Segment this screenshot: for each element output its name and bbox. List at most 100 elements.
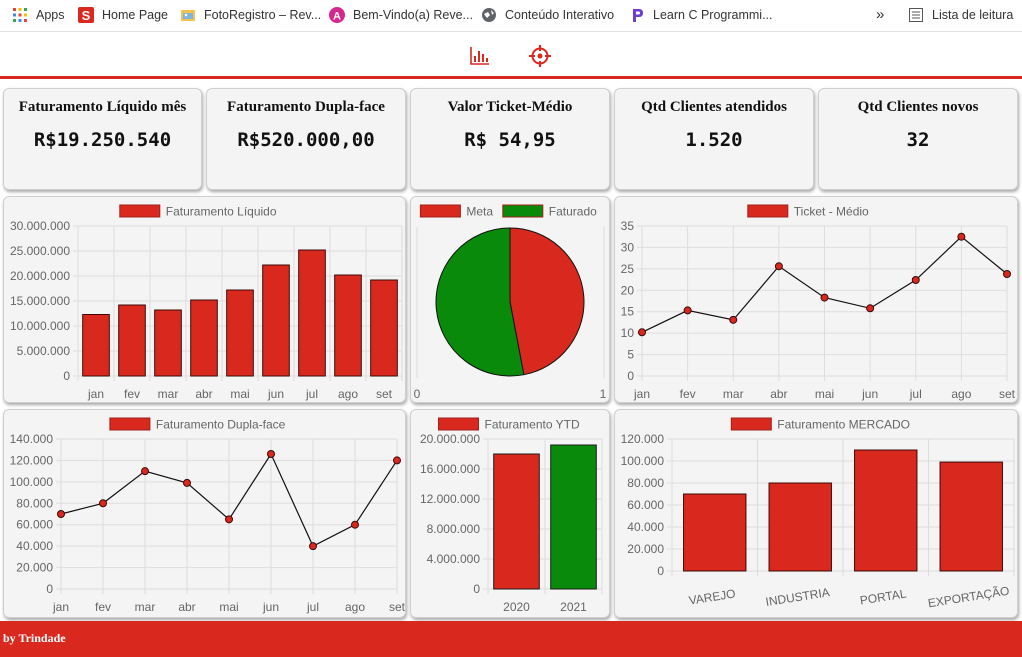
x-tick-label: mar [723,387,744,401]
y-tick-label: 0 [627,369,634,383]
chart-faturamento-ytd: Faturamento YTD 20.000.000 16.000.000 12.00… [410,409,610,618]
kpi-card-faturamento-dupla-face: Faturamento Dupla-face R$520.000,00 [206,88,406,190]
data-point-jun [267,450,275,458]
bar-exportação [939,461,1003,572]
globe-icon [481,7,497,23]
legend-swatch [419,204,461,218]
y-tick-label: 60.000 [16,518,53,532]
data-point-ago [351,520,359,529]
y-tick-label: 0 [473,582,480,596]
bookmark-apps[interactable]: Apps [12,6,65,24]
bookmark-bem-vindo[interactable]: A Bem-Vindo(a) Reve... [329,6,473,24]
x-tick-label: jan [52,600,69,614]
data-point-jul [309,542,317,551]
bookmark-home-page[interactable]: S Home Page [78,6,168,24]
data-point-abr [183,478,191,487]
y-tick-label: 10.000.000 [10,319,70,333]
y-tick-label: 25 [621,262,635,276]
x-tick-label: ago [345,600,365,614]
data-point-fev [99,499,107,508]
data-point-jan [638,328,646,337]
bookmark-learn-c[interactable]: Learn C Programmi... [629,6,772,24]
x-tick-label: jun [267,387,284,401]
legend-label: Ticket - Médio [794,205,869,219]
x-tick-label: jul [305,387,318,401]
y-tick-label: 4.000.000 [427,552,481,566]
y-tick-label: 120.000 [10,453,54,467]
s-logo-icon: S [78,7,94,23]
data-point-jan [57,510,65,518]
y-tick-label: 0 [46,582,53,596]
reading-list-icon [908,7,924,23]
x-tick-label: 1 [600,387,607,401]
bar-industria [768,482,832,572]
bar-set [370,279,398,377]
chart-ticket-medio: Ticket - Médio 35 30 25 20 15 10 5 0 jan fev mar abr… [614,196,1018,403]
crosshair-icon[interactable] [529,45,551,67]
bar-mai [226,289,254,377]
x-tick-label: 2020 [503,600,530,614]
y-tick-label: 30 [621,240,635,254]
data-point-set [1003,270,1011,278]
x-tick-label: VAREJO [688,586,737,607]
kpi-card-clientes-novos: Qtd Clientes novos 32 [818,88,1018,190]
x-tick-label: set [999,387,1016,401]
x-tick-label: mai [230,387,249,401]
x-tick-label: PORTAL [859,586,908,607]
p-logo-icon [629,7,645,23]
bar-portal [854,449,918,572]
legend-label: Faturado [549,205,597,219]
legend-label: Faturamento Líquido [166,205,277,219]
bar-2021 [550,444,597,590]
y-tick-label: 0 [63,369,70,383]
kpi-value: R$ 54,95 [464,129,556,151]
y-tick-label: 25.000.000 [10,244,70,258]
x-tick-label: jan [87,387,104,401]
y-tick-label: 80.000 [16,496,53,510]
y-tick-label: 60.000 [627,498,664,512]
chart-faturamento-mercado: Faturamento MERCADO 120.000 100.000 80.000 6… [614,409,1018,618]
legend-swatch [502,204,544,218]
data-point-set [393,456,401,465]
data-point-fev [683,306,692,315]
bar-jul [298,249,326,377]
x-tick-label: abr [178,600,195,614]
x-tick-label: 2021 [560,600,587,614]
legend-label: Faturamento Dupla-face [156,418,286,432]
bookmarks-more-button[interactable]: » [876,5,884,23]
dashboard-toolbar [0,33,1022,79]
y-tick-label: 20 [621,283,635,297]
bookmark-fotoregistro[interactable]: FotoRegistro – Rev... [180,6,321,24]
data-point-mar [729,315,738,324]
bar-mar [154,309,182,377]
x-tick-label: fev [95,600,111,614]
bar-jun [262,264,290,377]
bookmark-label: Conteúdo Interativo [505,8,615,22]
bookmark-label: Apps [36,8,65,22]
bookmarks-bar: Apps S Home Page FotoRegistro – Rev... A… [0,0,1022,32]
bookmark-label: Home Page [102,8,169,22]
x-tick-label: EXPORTAÇÃO [927,584,1010,611]
footer-credit: by Trindade [3,631,66,645]
x-tick-label: mar [158,387,179,401]
y-tick-label: 100.000 [10,475,54,489]
reading-list-button[interactable]: Lista de leitura [908,6,1013,24]
bar-chart-icon[interactable] [469,45,491,67]
bookmark-label: FotoRegistro – Rev... [204,8,322,22]
bookmark-conteudo-interativo[interactable]: Conteúdo Interativo [481,6,614,24]
kpi-title: Faturamento Dupla-face [227,99,385,115]
y-tick-label: 15 [621,305,635,319]
x-tick-label: mai [219,600,238,614]
y-tick-label: 80.000 [627,476,664,490]
y-tick-label: 12.000.000 [420,492,480,506]
x-tick-label: jul [909,387,922,401]
y-tick-label: 30.000.000 [10,219,70,233]
x-tick-label: mar [135,600,156,614]
bar-2020 [493,453,540,590]
y-tick-label: 20.000.000 [10,269,70,283]
y-tick-label: 140.000 [10,432,54,446]
y-tick-label: 40.000 [627,520,664,534]
y-tick-label: 20.000.000 [420,432,480,446]
kpi-value: 32 [906,129,930,151]
apps-grid-icon [12,7,28,23]
